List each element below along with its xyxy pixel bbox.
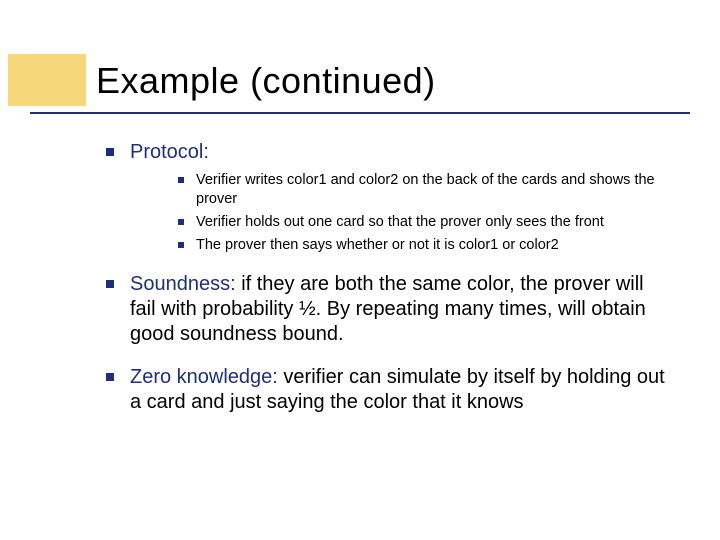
slide-title: Example (continued) (96, 60, 436, 102)
slide: Example (continued) Protocol: Verifier w… (0, 0, 720, 540)
bullet-soundness: Soundness: if they are both the same col… (96, 272, 674, 347)
protocol-step-3: The prover then says whether or not it i… (170, 236, 674, 255)
zero-knowledge-label: Zero knowledge: (130, 366, 278, 388)
title-underline (30, 112, 690, 114)
protocol-sublist: Verifier writes color1 and color2 on the… (130, 171, 674, 254)
bullet-zero-knowledge: Zero knowledge: verifier can simulate by… (96, 365, 674, 415)
protocol-step-2: Verifier holds out one card so that the … (170, 213, 674, 232)
soundness-label: Soundness: (130, 273, 236, 295)
bullet-protocol-label: Protocol: (130, 141, 209, 163)
protocol-step-1: Verifier writes color1 and color2 on the… (170, 171, 674, 209)
content-area: Protocol: Verifier writes color1 and col… (96, 140, 674, 433)
bullet-protocol: Protocol: Verifier writes color1 and col… (96, 140, 674, 254)
accent-block (8, 54, 86, 106)
